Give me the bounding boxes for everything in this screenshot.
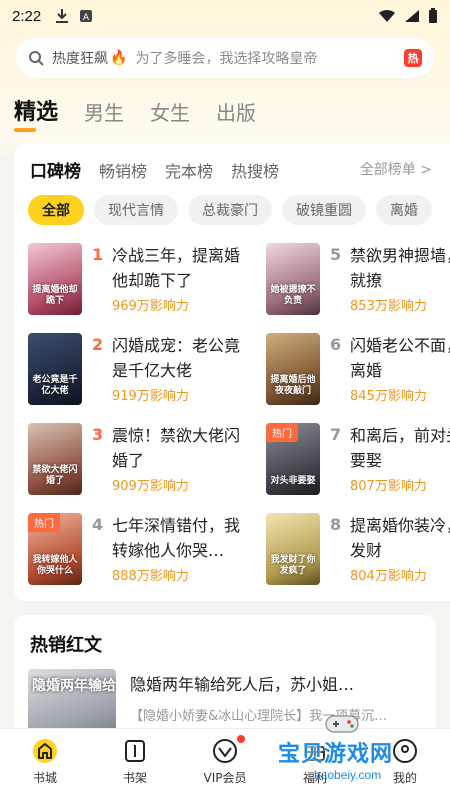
rank-number: 3 xyxy=(92,425,104,444)
hot-tag: 热门 xyxy=(28,513,60,532)
book-cover-title: 对头非要娶 xyxy=(270,476,316,486)
book-cover[interactable]: 老公竟是千亿大佬 xyxy=(28,333,82,405)
hot-section-title: 热销红文 xyxy=(30,635,102,656)
tab-active-indicator xyxy=(14,128,36,132)
hot-book-cover-title: 隐婚两年输给 xyxy=(32,678,116,694)
book-title[interactable]: 提离婚你装冷，我发财 xyxy=(350,513,450,563)
rank-number: 5 xyxy=(330,245,342,264)
book-cover-title: 老公竟是千亿大佬 xyxy=(32,375,78,396)
chip-ceo[interactable]: 总裁豪门 xyxy=(188,195,272,225)
book-impact: 804万影响力 xyxy=(350,569,427,584)
chip-divorce[interactable]: 离婚 xyxy=(376,195,432,225)
book-impact: 888万影响力 xyxy=(112,569,189,584)
book-cover[interactable]: 提离婚他却跪下 xyxy=(28,243,82,315)
nav-bookstore[interactable]: 书城 xyxy=(0,729,90,800)
tab-featured[interactable]: 精选 xyxy=(14,94,58,126)
ranking-book-item[interactable]: 我发财了你发疯了 8 提离婚你装冷，我发财 804万影响力 xyxy=(266,513,450,593)
rank-tab-hot-search[interactable]: 热搜榜 xyxy=(231,158,279,182)
ranking-book-item[interactable]: 热门对头非要娶 7 和离后，前对头非要娶 807万影响力 xyxy=(266,423,450,503)
home-icon xyxy=(33,739,57,763)
book-impact: 853万影响力 xyxy=(350,299,427,314)
top-tabs: 精选 男生 女生 出版 xyxy=(14,94,256,126)
rank-number: 7 xyxy=(330,425,342,444)
book-title[interactable]: 闪婚老公不面，提离婚 xyxy=(350,333,450,383)
search-hot-label: 热度狂飙 xyxy=(52,51,108,67)
chip-modern-romance[interactable]: 现代言情 xyxy=(94,195,178,225)
vip-diamond-icon xyxy=(213,739,237,763)
ranking-book-item[interactable]: 热门我转嫁他人你哭什么 4 七年深情错付，我转嫁他人你哭… 888万影响力 xyxy=(28,513,258,593)
ranking-book-item[interactable]: 老公竟是千亿大佬 2 闪婚成宠：老公竟是千亿大佬 919万影响力 xyxy=(28,333,258,413)
book-cover[interactable]: 我发财了你发疯了 xyxy=(266,513,320,585)
book-impact: 919万影响力 xyxy=(112,389,189,404)
rank-number: 8 xyxy=(330,515,342,534)
search-hint: 为了多睡会，我选择攻略皇帝 xyxy=(135,51,318,67)
book-title[interactable]: 震惊！禁欲大佬闪婚了 xyxy=(112,423,252,473)
book-impact: 807万影响力 xyxy=(350,479,427,494)
rank-tab-completed[interactable]: 完本榜 xyxy=(165,158,213,182)
nav-label-vip: VIP会员 xyxy=(203,771,247,785)
book-cover-title: 我转嫁他人你哭什么 xyxy=(32,555,78,576)
all-rankings-link[interactable]: 全部榜单 > xyxy=(360,159,432,179)
ranking-book-item[interactable]: 提离婚后他夜夜敲门 6 闪婚老公不面，提离婚 845万影响力 xyxy=(266,333,450,413)
nav-bookshelf[interactable]: 书架 xyxy=(90,729,180,800)
gamepad-icon xyxy=(325,715,359,733)
hot-book-title[interactable]: 隐婚两年输给死人后，苏小姐… xyxy=(130,671,354,695)
hot-badge: 热 xyxy=(404,49,422,67)
nav-vip[interactable]: VIP会员 xyxy=(180,729,270,800)
watermark: 宝贝游戏网 baobeiy.com xyxy=(258,710,438,800)
rank-tab-reputation[interactable]: 口碑榜 xyxy=(30,157,81,182)
ranking-book-item[interactable]: 提离婚他却跪下 1 冷战三年，提离婚他却跪下了 969万影响力 xyxy=(28,243,258,323)
book-cover-title: 提离婚后他夜夜敲门 xyxy=(270,375,316,396)
book-cover-title: 禁欲大佬闪婚了 xyxy=(32,465,78,486)
battery-icon xyxy=(429,8,437,23)
vip-notification-dot xyxy=(237,735,245,743)
search-icon xyxy=(29,51,44,66)
search-bar[interactable]: 热度狂飙 🔥 为了多睡会，我选择攻略皇帝 热 xyxy=(16,38,434,78)
hot-tag: 热门 xyxy=(266,423,298,442)
rank-tab-bestseller[interactable]: 畅销榜 xyxy=(99,158,147,182)
svg-text:A: A xyxy=(83,13,90,23)
nav-label-bookshelf: 书架 xyxy=(122,771,147,785)
book-impact: 909万影响力 xyxy=(112,479,189,494)
rank-number: 2 xyxy=(92,335,104,354)
rank-number: 6 xyxy=(330,335,342,354)
chip-reunion[interactable]: 破镜重圆 xyxy=(282,195,366,225)
rank-number: 4 xyxy=(92,515,104,534)
wifi-icon xyxy=(379,9,395,22)
book-cover[interactable]: 提离婚后他夜夜敲门 xyxy=(266,333,320,405)
book-cover-title: 我发财了你发疯了 xyxy=(270,555,316,576)
book-title[interactable]: 冷战三年，提离婚他却跪下了 xyxy=(112,243,252,293)
ranking-book-item[interactable]: 禁欲大佬闪婚了 3 震惊！禁欲大佬闪婚了 909万影响力 xyxy=(28,423,258,503)
book-cover[interactable]: 她被摁撩不负责 xyxy=(266,243,320,315)
download-icon xyxy=(56,9,69,23)
book-impact: 969万影响力 xyxy=(112,299,189,314)
book-title[interactable]: 禁欲男神摁墙，她就撩 xyxy=(350,243,450,293)
flame-icon: 🔥 xyxy=(110,50,128,66)
status-bar: 2:22 A xyxy=(0,0,450,32)
book-cover-title: 提离婚他却跪下 xyxy=(32,285,78,306)
book-cover[interactable]: 热门我转嫁他人你哭什么 xyxy=(28,513,82,585)
book-title[interactable]: 闪婚成宠：老公竟是千亿大佬 xyxy=(112,333,252,383)
watermark-text: 宝贝游戏网 xyxy=(278,742,394,767)
app-notification-icon: A xyxy=(80,10,93,23)
tab-male[interactable]: 男生 xyxy=(84,97,124,126)
book-cover[interactable]: 禁欲大佬闪婚了 xyxy=(28,423,82,495)
tab-female[interactable]: 女生 xyxy=(150,97,190,126)
bookshelf-icon xyxy=(125,740,145,762)
signal-icon xyxy=(405,10,419,22)
chip-all[interactable]: 全部 xyxy=(28,195,84,225)
ranking-book-item[interactable]: 她被摁撩不负责 5 禁欲男神摁墙，她就撩 853万影响力 xyxy=(266,243,450,323)
book-title[interactable]: 和离后，前对头非要娶 xyxy=(350,423,450,473)
book-title[interactable]: 七年深情错付，我转嫁他人你哭… xyxy=(112,513,252,563)
status-time: 2:22 xyxy=(12,7,42,25)
book-cover-title: 她被摁撩不负责 xyxy=(270,285,316,306)
category-chips: 全部 现代言情 总裁豪门 破镜重圆 离婚 xyxy=(28,195,432,225)
tab-publish[interactable]: 出版 xyxy=(216,97,256,126)
book-impact: 845万影响力 xyxy=(350,389,427,404)
rank-number: 1 xyxy=(92,245,104,264)
book-cover[interactable]: 热门对头非要娶 xyxy=(266,423,320,495)
ranking-card: 口碑榜 畅销榜 完本榜 热搜榜 全部榜单 > 全部 现代言情 总裁豪门 破镜重圆… xyxy=(14,143,450,601)
watermark-url: baobeiy.com xyxy=(314,768,382,782)
nav-label-bookstore: 书城 xyxy=(32,771,57,785)
